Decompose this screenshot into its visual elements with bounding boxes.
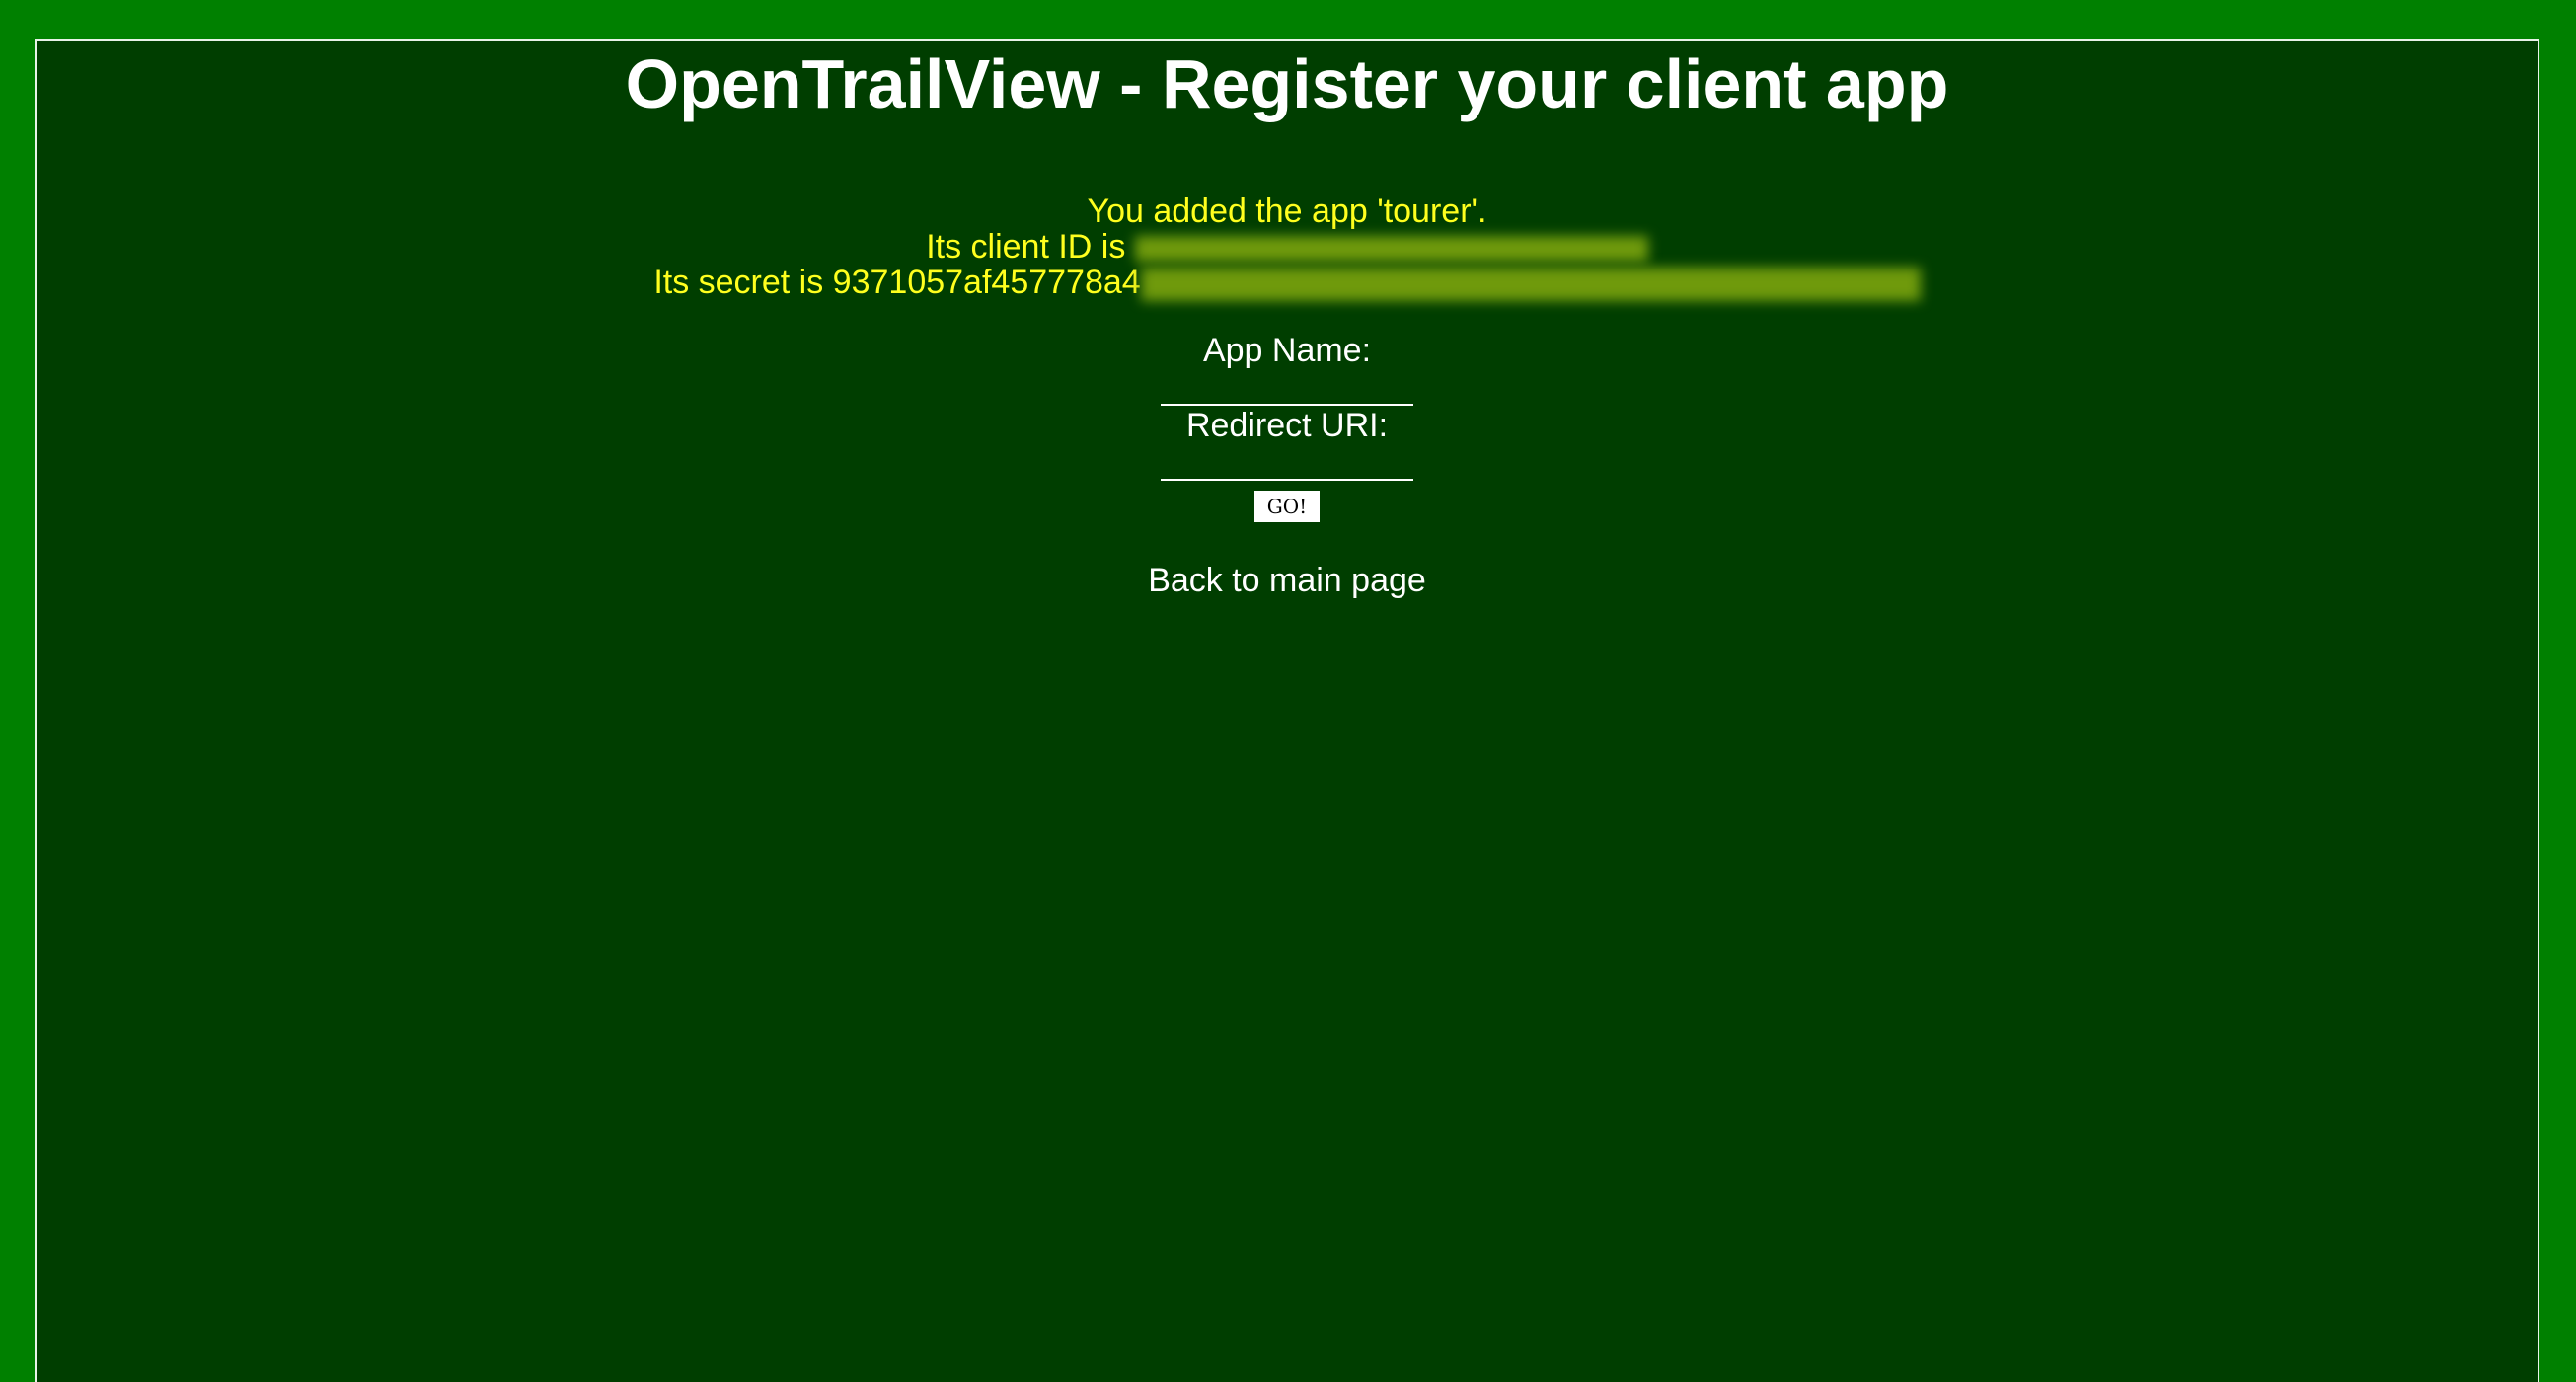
redirect-uri-label: Redirect URI: [1185,407,1389,445]
app-name-label: App Name: [1202,332,1372,370]
client-id-line: Its client ID is [37,229,2538,265]
app-added-message: You added the app 'tourer'. [1087,192,1487,230]
go-button[interactable]: GO! [1254,491,1320,523]
register-app-form: App Name: Redirect URI: GO! [37,331,2538,523]
secret-line: Its secret is 9371057af457778a4 [37,264,2538,302]
secret-prefix: Its secret is 9371057af457778a4 [653,264,1141,301]
main-panel: OpenTrailView - Register your client app… [35,39,2539,1382]
registration-message: You added the app 'tourer'. Its client I… [37,192,2538,302]
secret-redacted [1140,268,1921,302]
page-title: OpenTrailView - Register your client app [625,45,1949,122]
back-to-main-link[interactable]: Back to main page [1148,562,1426,600]
client-id-redacted [1134,236,1648,263]
client-id-prefix: Its client ID is [926,228,1135,266]
redirect-uri-input[interactable] [1161,455,1413,482]
app-name-input[interactable] [1161,380,1413,407]
